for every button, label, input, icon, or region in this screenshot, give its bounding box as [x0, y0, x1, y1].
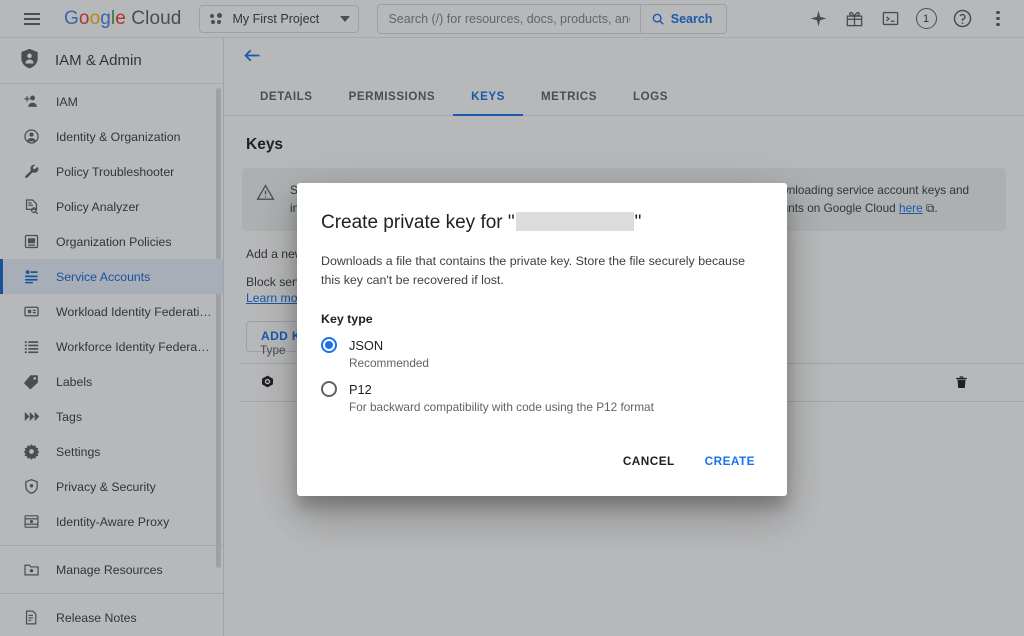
radio-json-label: JSON — [349, 337, 384, 353]
google-cloud-console: Google Cloud My First Project Search (/)… — [0, 0, 1024, 636]
radio-option-json[interactable]: JSON — [321, 337, 763, 354]
radio-p12-label: P12 — [349, 381, 372, 397]
create-button[interactable]: CREATE — [695, 446, 765, 476]
dialog-actions: CANCEL CREATE — [297, 446, 787, 496]
dialog-title: Create private key for " " — [321, 209, 763, 234]
cancel-button[interactable]: CANCEL — [613, 446, 685, 476]
radio-p12-sublabel: For backward compatibility with code usi… — [349, 400, 654, 415]
radio-option-p12[interactable]: P12 — [321, 381, 763, 398]
dialog-title-suffix: " — [634, 212, 642, 233]
create-private-key-dialog: Create private key for " " Downloads a f… — [297, 183, 787, 496]
radio-json-sublabel: Recommended — [349, 356, 429, 371]
dialog-title-prefix: Create private key for " — [321, 212, 515, 233]
redacted-account-name — [515, 212, 634, 231]
dialog-description: Downloads a file that contains the priva… — [321, 254, 746, 288]
key-type-label: Key type — [321, 312, 373, 327]
radio-p12-indicator[interactable] — [321, 381, 337, 398]
radio-json-indicator[interactable] — [321, 337, 337, 354]
